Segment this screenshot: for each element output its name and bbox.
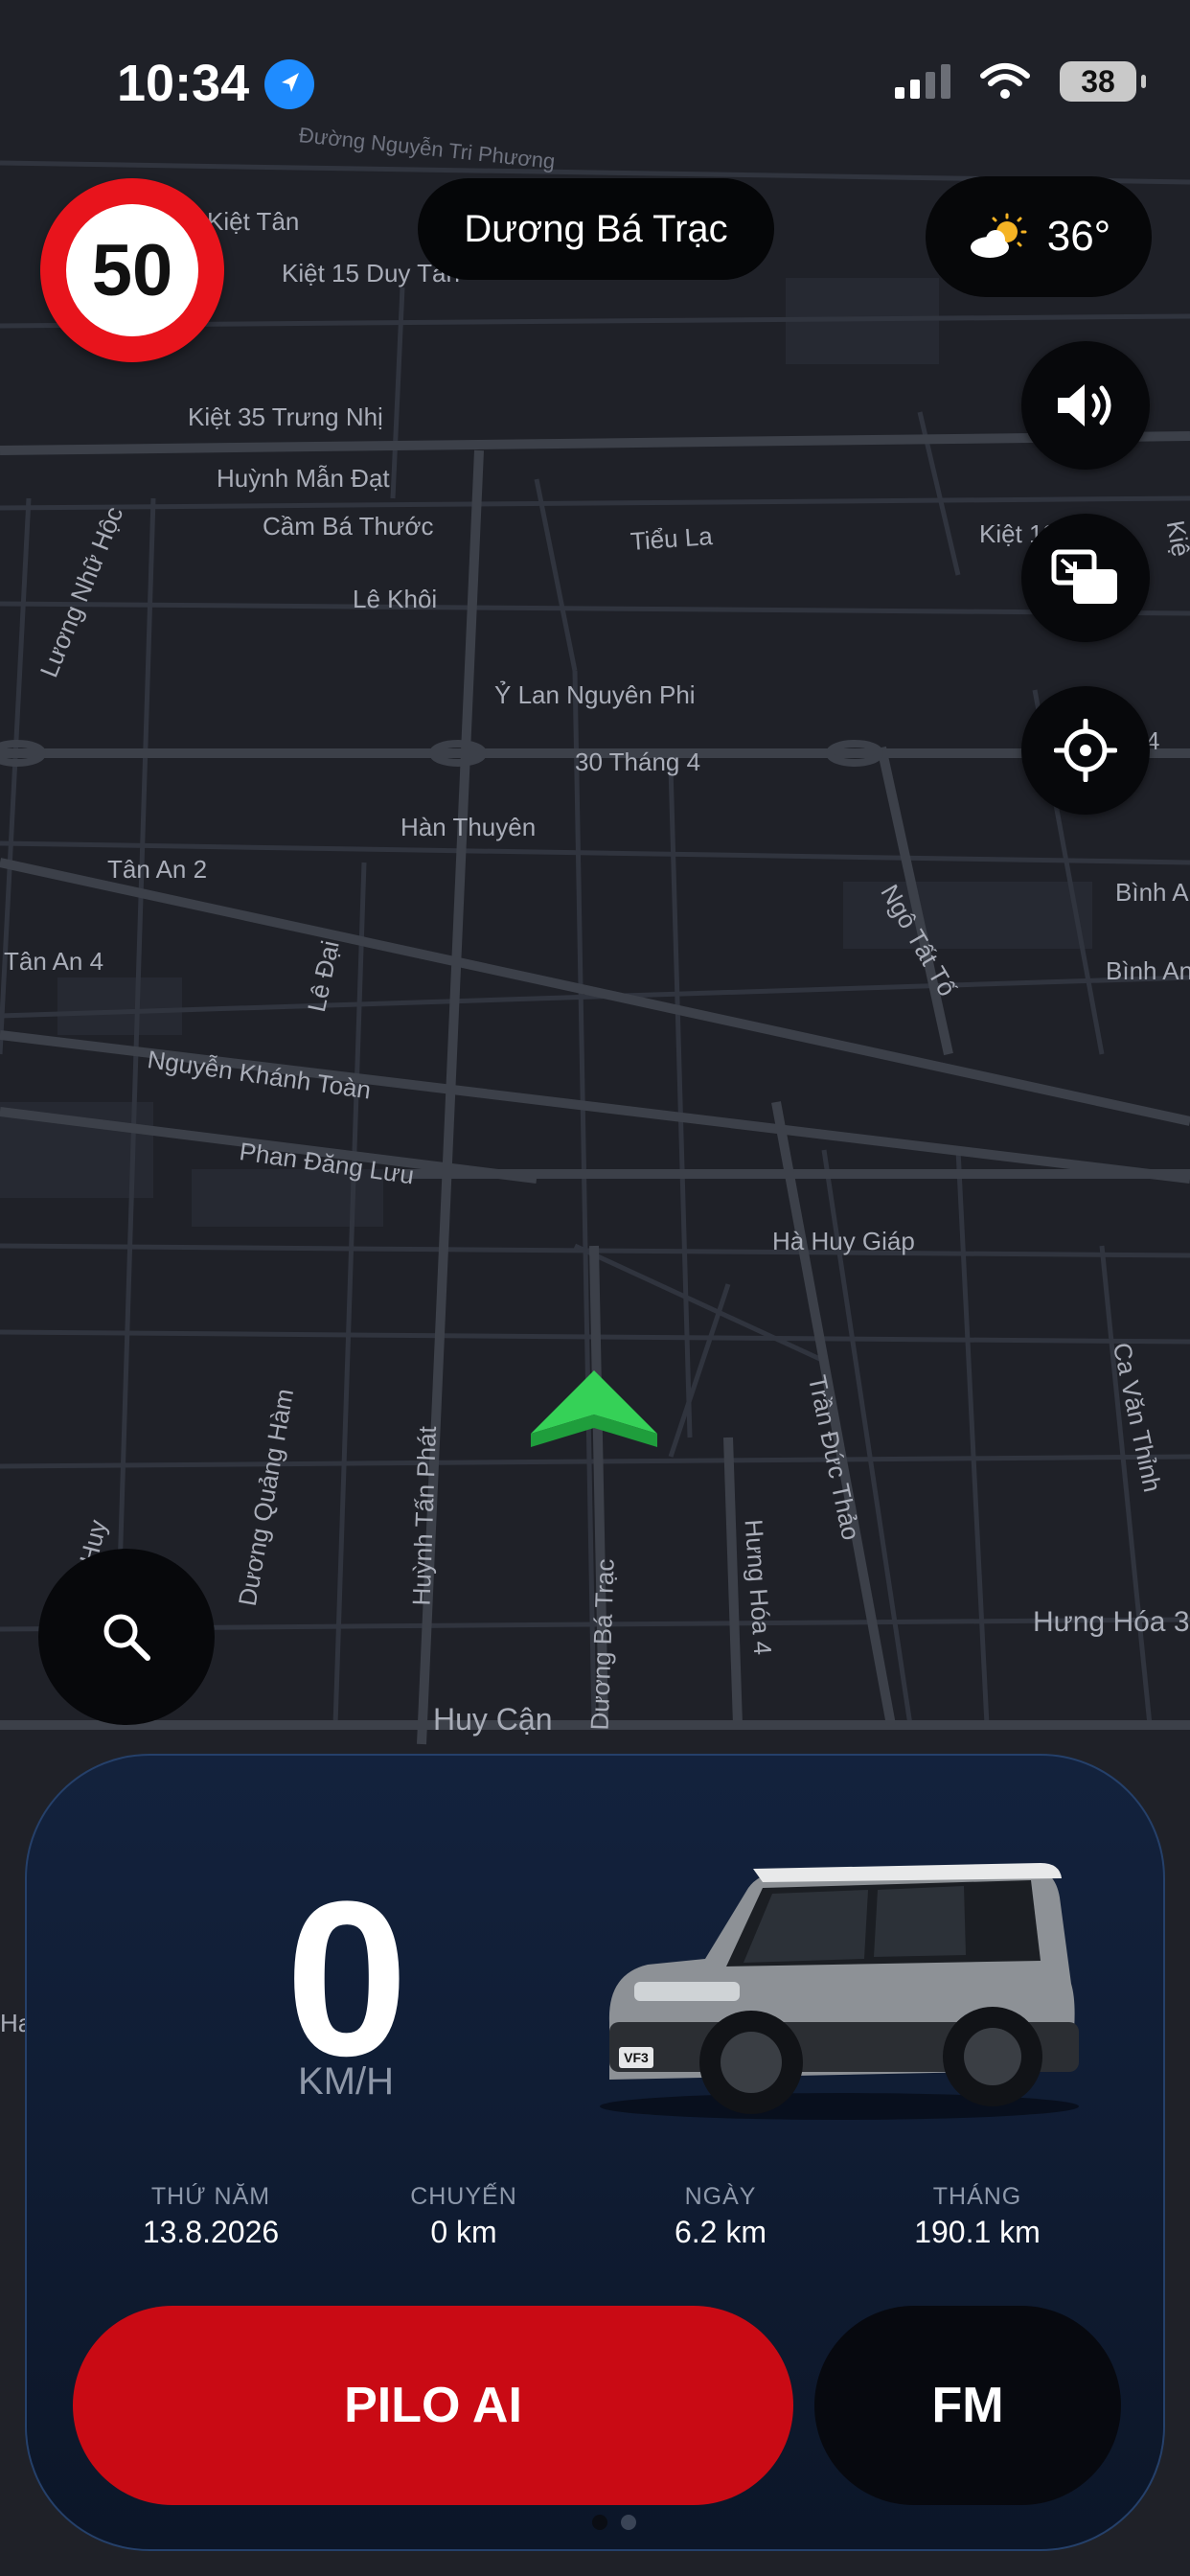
speed-unit: KM/H (298, 2060, 394, 2103)
map-label: Lê Khôi (353, 585, 438, 613)
map-label: Huy Cận (433, 1702, 553, 1736)
stat-label: NGÀY (684, 2183, 757, 2210)
temperature: 36° (1046, 213, 1111, 260)
speed-limit-sign: 50 (40, 178, 224, 362)
speed-limit-value: 50 (66, 204, 198, 336)
plate-badge: VF3 (624, 2050, 649, 2065)
stat-label: CHUYẾN (410, 2183, 517, 2210)
navigation-arrow-icon (531, 1370, 657, 1447)
stat-value: 6.2 km (674, 2215, 767, 2249)
current-street-label: Dương Bá Trạc (418, 178, 774, 280)
fm-radio-button[interactable]: FM (814, 2306, 1121, 2505)
stat-label: THỨ NĂM (150, 2183, 271, 2210)
page-dot-active[interactable] (592, 2515, 607, 2530)
sound-button[interactable] (1021, 341, 1150, 470)
stat-date: THỨ NĂM 13.8.2026 (86, 2183, 335, 2250)
map-label: Hà Huy Giáp (772, 1227, 915, 1255)
map-label: Tân An 4 (4, 947, 104, 976)
pilo-ai-button[interactable]: PILO AI (73, 2306, 793, 2505)
map-label: Dương Bá Trạc (584, 1558, 620, 1732)
map-label: Cầm Bá Thước (263, 512, 434, 540)
map-label: Huỳnh Tấn Phát (406, 1425, 443, 1607)
map-label: Ỷ Lan Nguyên Phi (494, 680, 696, 709)
page-indicator[interactable] (592, 2515, 636, 2530)
map-label: Bình An (1106, 956, 1190, 985)
page-dot[interactable] (621, 2515, 636, 2530)
vehicle-dashboard-panel: 0 KM/H VF3 THỨ NĂM 13.8.2026 CHUYẾN 0 km… (25, 1754, 1165, 2551)
stat-value: 190.1 km (914, 2215, 1041, 2249)
speaker-icon (1058, 384, 1111, 426)
current-speed: 0 (286, 1855, 408, 2102)
location-arrow-icon (264, 59, 314, 109)
status-time: 10:34 (117, 55, 250, 112)
recenter-button[interactable] (1021, 686, 1150, 815)
stat-month: THÁNG 190.1 km (853, 2183, 1102, 2250)
map-label: Kiệ (1160, 518, 1190, 560)
partly-sunny-icon (970, 213, 1027, 258)
map-label: 30 Tháng 4 (575, 748, 701, 776)
map-label: Tân An 2 (107, 855, 208, 884)
weather-widget[interactable]: 36° (926, 176, 1152, 297)
map-label: Kiệt 35 Trưng Nhị (188, 402, 383, 431)
status-icons: 38 (893, 61, 1146, 102)
stat-trip: CHUYẾN 0 km (339, 2183, 588, 2250)
wifi-icon (980, 63, 1030, 99)
screen-mirror-button[interactable] (1021, 514, 1150, 642)
stat-value: 13.8.2026 (142, 2215, 280, 2249)
battery-indicator: 38 (1060, 61, 1146, 102)
signal-icon (895, 64, 950, 99)
map-label: Tiểu La (629, 521, 714, 556)
map-label: Kiệt Tân (207, 207, 300, 236)
map-label: Huỳnh Mẫn Đạt (217, 464, 390, 493)
map-label: Hàn Thuyên (400, 813, 537, 841)
stat-label: THÁNG (932, 2183, 1022, 2210)
map-label: Bình A (1115, 878, 1189, 907)
search-icon (103, 1614, 150, 1661)
screen-mirror-icon (1051, 549, 1117, 604)
map-label: Hưng Hóa 3 (1033, 1606, 1190, 1638)
stat-day: NGÀY 6.2 km (596, 2183, 845, 2250)
stat-value: 0 km (430, 2215, 497, 2249)
search-button[interactable] (38, 1549, 215, 1725)
vehicle-image: VF3 (600, 1863, 1079, 2120)
crosshair-icon (1054, 719, 1117, 782)
